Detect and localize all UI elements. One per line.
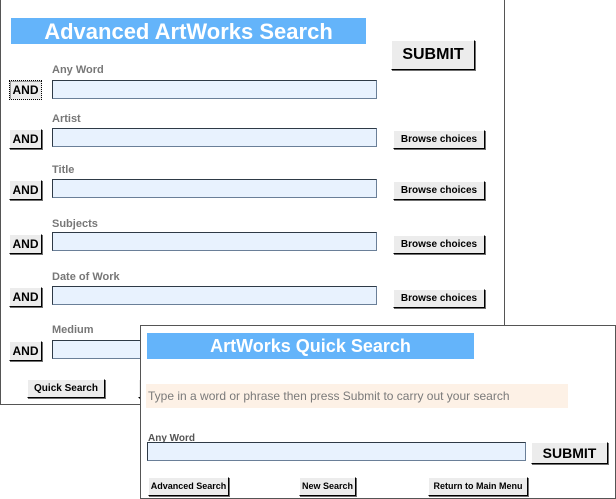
subjects-input[interactable] (52, 232, 377, 251)
any-word-input[interactable] (52, 80, 377, 99)
quick-any-word-input[interactable] (147, 442, 526, 461)
title-label: Title (52, 164, 75, 176)
quick-submit-button[interactable]: SUBMIT (531, 442, 608, 464)
any-word-and-button[interactable]: AND (9, 80, 42, 100)
advanced-search-title: Advanced ArtWorks Search (11, 18, 366, 44)
any-word-label: Any Word (52, 64, 104, 76)
return-to-main-menu-button[interactable]: Return to Main Menu (428, 477, 528, 496)
subjects-browse-button[interactable]: Browse choices (393, 235, 485, 254)
medium-and-button[interactable]: AND (9, 341, 42, 361)
date-of-work-input[interactable] (52, 286, 377, 305)
medium-label: Medium (52, 324, 94, 336)
advanced-search-button[interactable]: Advanced Search (148, 477, 229, 496)
artist-label: Artist (52, 113, 81, 125)
quick-search-hint: Type in a word or phrase then press Subm… (146, 384, 568, 408)
title-input[interactable] (52, 179, 377, 198)
date-of-work-browse-button[interactable]: Browse choices (393, 289, 485, 308)
quick-search-title: ArtWorks Quick Search (147, 333, 474, 359)
quick-search-button[interactable]: Quick Search (27, 379, 105, 398)
date-of-work-and-button[interactable]: AND (9, 287, 42, 307)
advanced-submit-button[interactable]: SUBMIT (391, 40, 475, 70)
title-browse-button[interactable]: Browse choices (393, 181, 485, 200)
new-search-button[interactable]: New Search (299, 477, 356, 496)
subjects-label: Subjects (52, 218, 98, 230)
date-of-work-label: Date of Work (52, 271, 120, 283)
artist-input[interactable] (52, 128, 377, 147)
subjects-and-button[interactable]: AND (9, 234, 42, 254)
artist-and-button[interactable]: AND (9, 129, 42, 149)
title-and-button[interactable]: AND (9, 180, 42, 200)
artist-browse-button[interactable]: Browse choices (393, 130, 485, 149)
quick-search-window: ArtWorks Quick Search Type in a word or … (140, 325, 616, 499)
